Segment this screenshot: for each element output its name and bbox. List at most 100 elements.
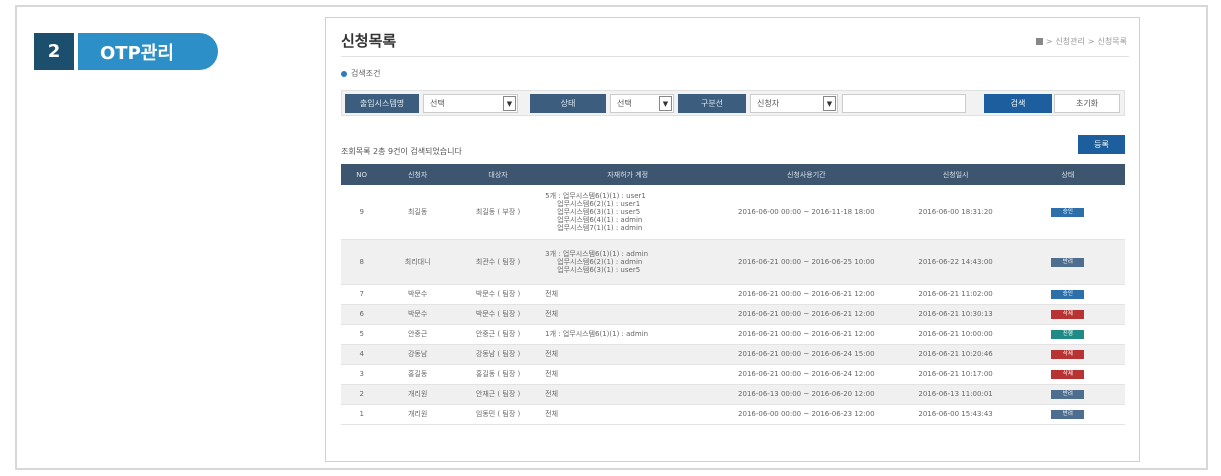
status-badge[interactable]: 삭제 <box>1051 370 1085 379</box>
status-badge[interactable]: 삭제 <box>1051 310 1085 319</box>
search-bar: 출입시스템명 선택 ▼ 상태 선택 ▼ 구분선 신청자 ▼ 검색 초기화 <box>341 90 1125 116</box>
home-icon[interactable] <box>1035 38 1043 45</box>
cell-target: 홍길동 ( 팀장 ) <box>452 364 544 385</box>
cell-no: 1 <box>341 404 383 425</box>
cell-target: 최길동 ( 부장 ) <box>452 185 544 240</box>
cell-no: 5 <box>341 324 383 345</box>
cell-target: 박문수 ( 팀장 ) <box>452 304 544 325</box>
cell-accounts: 전체 <box>543 304 713 325</box>
cell-applicant: 박문수 <box>382 304 453 325</box>
status-badge[interactable]: 반려 <box>1051 390 1085 399</box>
add-button[interactable]: 등록 <box>1078 135 1125 154</box>
status-badge[interactable]: 삭제 <box>1051 350 1085 359</box>
account-line: 3개 : 업무시스템6(1)(1) : admin <box>545 249 649 258</box>
cell-status: 반려 <box>1010 384 1125 405</box>
breadcrumb: > 신청관리 > 신청목록 <box>1035 36 1127 47</box>
cell-no: 6 <box>341 304 383 325</box>
table-row[interactable]: 1 개리원 임동민 ( 팀장 ) 전체 2016-06-00 00:00 ~ 2016-… <box>341 404 1125 425</box>
cell-period: 2016-06-21 00:00 ~ 2016-06-21 12:00 <box>712 284 901 305</box>
account-line: 업무시스템6(4)(1) : admin <box>557 215 643 224</box>
cell-date: 2016-06-00 18:31:20 <box>900 185 1011 240</box>
cell-accounts: 전체 <box>543 384 713 405</box>
cell-status: 진행 <box>1010 324 1125 345</box>
breadcrumb-item[interactable]: 신청관리 <box>1055 36 1084 47</box>
table-row[interactable]: 2 개리원 안재근 ( 팀장 ) 전체 2016-06-13 00:00 ~ 2016-… <box>341 384 1125 405</box>
status-badge[interactable]: 승인 <box>1051 207 1085 217</box>
chevron-down-icon[interactable]: ▼ <box>823 96 836 111</box>
chevron-down-icon[interactable]: ▼ <box>659 96 672 111</box>
cell-applicant: 최리대니 <box>382 239 453 285</box>
breadcrumb-item[interactable]: 신청목록 <box>1098 36 1127 47</box>
cell-status: 반려 <box>1010 404 1125 425</box>
cell-target: 박문수 ( 팀장 ) <box>452 284 544 305</box>
cell-no: 3 <box>341 364 383 385</box>
section-badge: 2 OTP관리 <box>34 33 218 70</box>
result-summary: 조회목록 2총 9건이 검색되었습니다 <box>341 147 462 156</box>
cell-applicant: 개리원 <box>382 404 453 425</box>
column-header: 신청일시 <box>900 164 1011 185</box>
search-button[interactable]: 검색 <box>984 94 1052 113</box>
account-line: 업무시스템6(2)(1) : admin <box>557 257 643 266</box>
account-line: 업무시스템6(3)(1) : user5 <box>557 207 641 216</box>
column-header: NO <box>341 164 383 185</box>
cell-date: 2016-06-00 15:43:43 <box>900 404 1011 425</box>
cell-date: 2016-06-21 11:02:00 <box>900 284 1011 305</box>
cell-accounts: 전체 <box>543 344 713 365</box>
table-row[interactable]: 6 박문수 박문수 ( 팀장 ) 전체 2016-06-21 00:00 ~ 2016-… <box>341 304 1125 325</box>
cell-target: 안재근 ( 팀장 ) <box>452 384 544 405</box>
cell-accounts: 전체 <box>543 364 713 385</box>
bullet-icon <box>341 70 347 77</box>
filter-label-system: 출입시스템명 <box>345 94 419 113</box>
cell-status: 삭제 <box>1010 344 1125 365</box>
status-select[interactable]: 선택 ▼ <box>610 94 674 113</box>
table-row[interactable]: 4 강동남 강동남 ( 팀장 ) 전체 2016-06-21 00:00 ~ 2016-… <box>341 344 1125 365</box>
cell-applicant: 최길동 <box>382 185 453 240</box>
table-row[interactable]: 3 홍길동 홍길동 ( 팀장 ) 전체 2016-06-21 00:00 ~ 2016-… <box>341 364 1125 385</box>
cell-period: 2016-06-13 00:00 ~ 2016-06-20 12:00 <box>712 384 901 405</box>
reset-button[interactable]: 초기화 <box>1054 94 1120 113</box>
status-badge[interactable]: 승인 <box>1051 290 1085 299</box>
account-line: 업무시스템7(1)(1) : admin <box>557 223 643 232</box>
chevron-down-icon[interactable]: ▼ <box>503 96 516 111</box>
account-line: 전체 <box>545 390 559 398</box>
account-line: 전체 <box>545 290 559 298</box>
cell-date: 2016-06-21 10:20:46 <box>900 344 1011 365</box>
cell-period: 2016-06-21 00:00 ~ 2016-06-25 10:00 <box>712 239 901 285</box>
section-label: OTP관리 <box>78 33 218 70</box>
account-line: 업무시스템6(3)(1) : user5 <box>557 265 641 274</box>
search-header-label: 검색조건 <box>351 69 381 78</box>
cell-period: 2016-06-21 00:00 ~ 2016-06-21 12:00 <box>712 324 901 345</box>
cell-accounts: 전체 <box>543 284 713 305</box>
cell-no: 7 <box>341 284 383 305</box>
status-badge[interactable]: 반려 <box>1051 257 1085 267</box>
account-line: 전체 <box>545 410 559 418</box>
account-line: 업무시스템6(2)(1) : user1 <box>557 199 641 208</box>
cell-accounts: 5개 : 업무시스템6(1)(1) : user1 업무시스템6(2)(1) : … <box>543 185 713 240</box>
cell-no: 2 <box>341 384 383 405</box>
table-body: 9 최길동 최길동 ( 부장 ) 5개 : 업무시스템6(1)(1) : user1 업… <box>341 185 1125 425</box>
cell-status: 승인 <box>1010 185 1125 240</box>
account-line: 전체 <box>545 350 559 358</box>
section-number: 2 <box>34 33 74 70</box>
search-header: 검색조건 <box>341 68 380 79</box>
table-row[interactable]: 5 안중근 안중근 ( 팀장 ) 1개 : 업무시스템6(1)(1) : admin 2… <box>341 324 1125 345</box>
cell-period: 2016-06-21 00:00 ~ 2016-06-21 12:00 <box>712 304 901 325</box>
system-select[interactable]: 선택 ▼ <box>423 94 518 113</box>
cell-applicant: 강동남 <box>382 344 453 365</box>
cell-date: 2016-06-21 10:00:00 <box>900 324 1011 345</box>
table-row[interactable]: 8 최리대니 최관수 ( 팀장 ) 3개 : 업무시스템6(1)(1) : admin… <box>341 239 1125 285</box>
request-table: NO 신청자 대상자 자재허가 계정 신청사용기간 신청일시 상태 9 최길동 최길동 ( 부장… <box>341 164 1125 425</box>
table-row[interactable]: 7 박문수 박문수 ( 팀장 ) 전체 2016-06-21 00:00 ~ 2016-… <box>341 284 1125 305</box>
status-badge[interactable]: 반려 <box>1051 410 1085 419</box>
status-badge[interactable]: 진행 <box>1051 330 1085 339</box>
type-select[interactable]: 신청자 ▼ <box>750 94 838 113</box>
cell-accounts: 1개 : 업무시스템6(1)(1) : admin <box>543 324 713 345</box>
page-title: 신청목록 <box>341 32 397 50</box>
cell-status: 삭제 <box>1010 304 1125 325</box>
account-line: 전체 <box>545 370 559 378</box>
cell-period: 2016-06-21 00:00 ~ 2016-06-24 12:00 <box>712 364 901 385</box>
search-input[interactable] <box>842 94 966 113</box>
cell-date: 2016-06-22 14:43:00 <box>900 239 1011 285</box>
table-row[interactable]: 9 최길동 최길동 ( 부장 ) 5개 : 업무시스템6(1)(1) : user1 업… <box>341 185 1125 240</box>
cell-no: 4 <box>341 344 383 365</box>
